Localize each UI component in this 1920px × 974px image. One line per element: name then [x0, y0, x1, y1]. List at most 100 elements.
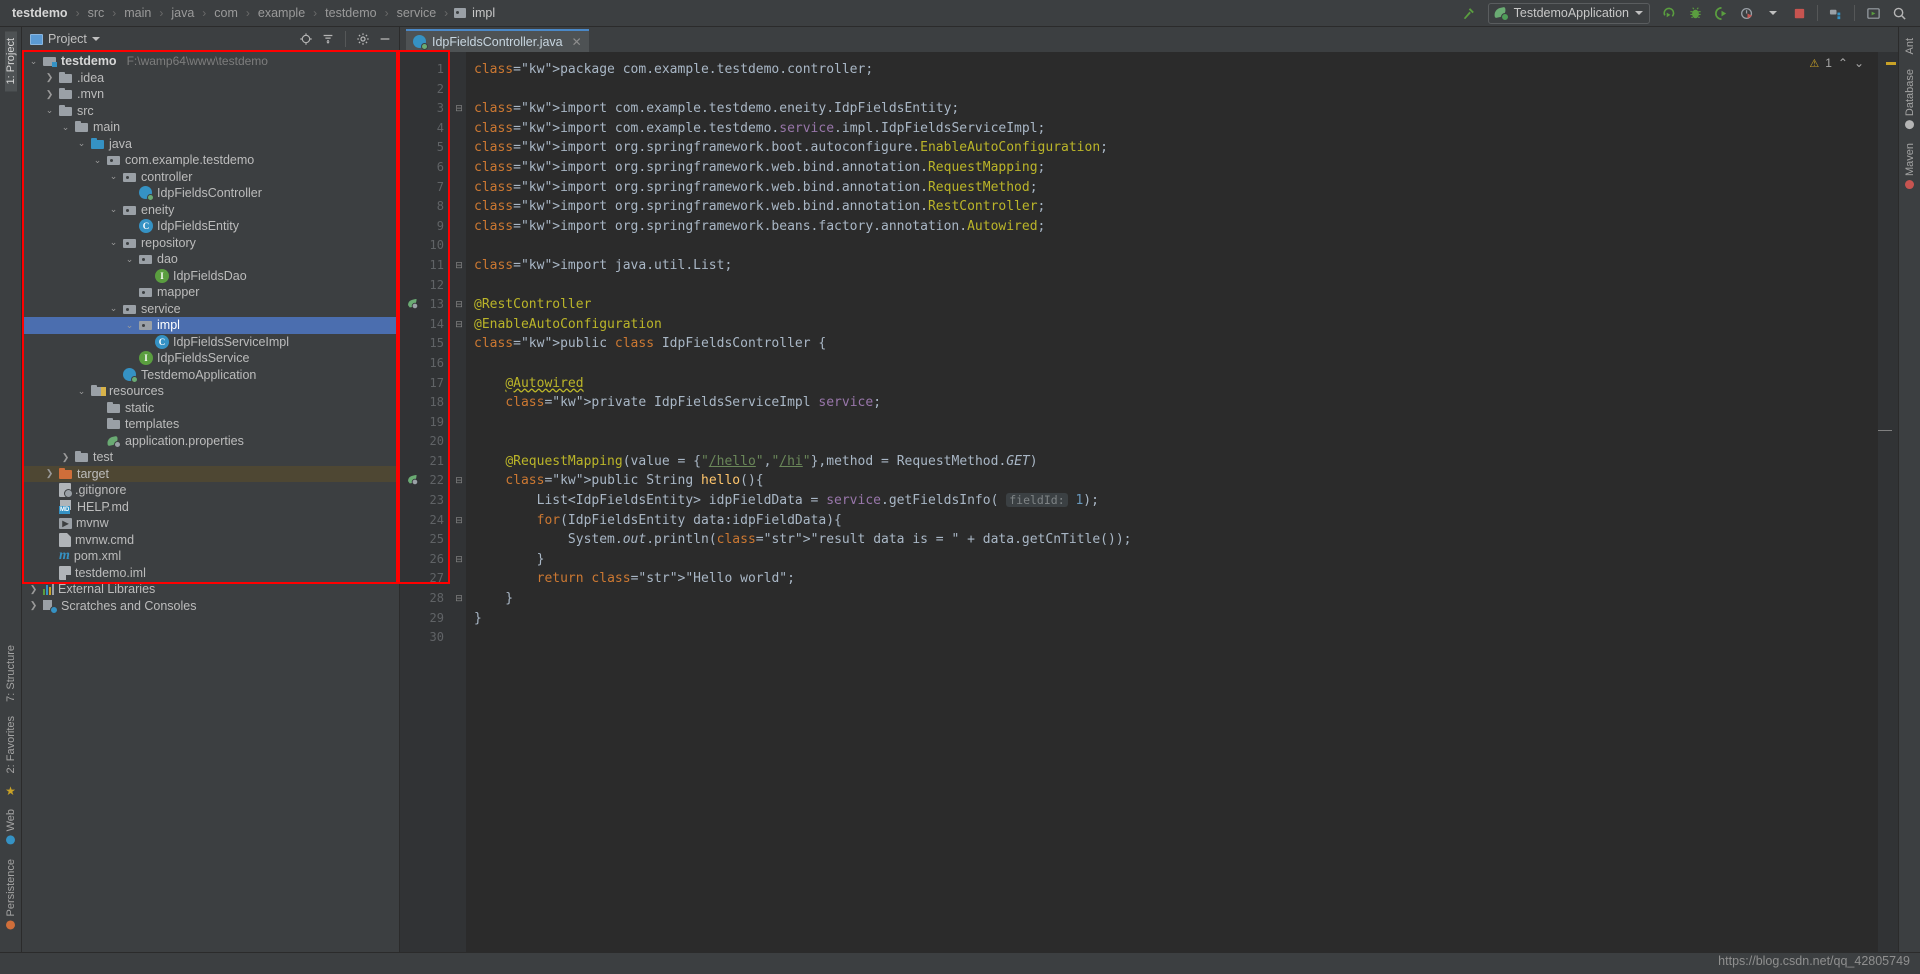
- fold-collapse-icon[interactable]: ⊟: [452, 511, 466, 531]
- chevron-down-icon[interactable]: ⌄: [108, 237, 119, 248]
- hammer-icon[interactable]: [1456, 1, 1482, 25]
- tree-node-test[interactable]: ❯ test: [22, 449, 399, 466]
- sidebar-item-maven[interactable]: Maven: [1904, 136, 1916, 196]
- fold-collapse-icon[interactable]: ⊟: [452, 295, 466, 315]
- breadcrumb-item-4[interactable]: com: [212, 6, 240, 20]
- fold-collapse-icon[interactable]: ⊟: [452, 256, 466, 276]
- sidebar-item-favorites[interactable]: 2: Favorites: [5, 709, 17, 780]
- code-line[interactable]: return class="str">"Hello world";: [474, 569, 1878, 589]
- debug-bug-icon[interactable]: [1682, 1, 1708, 25]
- breadcrumb-item-2[interactable]: main: [122, 6, 153, 20]
- chevron-down-icon[interactable]: ⌄: [1854, 56, 1864, 70]
- warning-stripe[interactable]: [1886, 62, 1896, 65]
- code-line[interactable]: }: [474, 550, 1878, 570]
- tree-node-resources[interactable]: ⌄ resources: [22, 383, 399, 400]
- code-line[interactable]: List<IdpFieldsEntity> idpFieldData = ser…: [474, 491, 1878, 511]
- tree-node-pom-xml[interactable]: m pom.xml: [22, 548, 399, 565]
- tree-node-gitignore[interactable]: .gitignore: [22, 482, 399, 499]
- stop-icon[interactable]: [1786, 1, 1812, 25]
- line-number[interactable]: 14: [400, 315, 452, 335]
- code-line[interactable]: class="kw">import org.springframework.we…: [474, 197, 1878, 217]
- chevron-right-icon[interactable]: ❯: [60, 452, 71, 463]
- code-line[interactable]: class="kw">import com.example.testdemo.e…: [474, 99, 1878, 119]
- sidebar-item-database[interactable]: Database: [1904, 62, 1916, 136]
- tree-node-src[interactable]: ⌄ src: [22, 103, 399, 120]
- code-content[interactable]: class="kw">package com.example.testdemo.…: [466, 52, 1878, 952]
- tree-node-external-libraries[interactable]: ❯ External Libraries: [22, 581, 399, 598]
- tree-node-idpfieldsserviceimpl[interactable]: C IdpFieldsServiceImpl: [22, 334, 399, 351]
- fold-collapse-icon[interactable]: ⊟: [452, 99, 466, 119]
- breadcrumb-item-7[interactable]: service: [395, 6, 439, 20]
- minimize-icon[interactable]: [375, 29, 395, 49]
- tree-node-main[interactable]: ⌄ main: [22, 119, 399, 136]
- line-number[interactable]: 27: [400, 569, 452, 589]
- line-number[interactable]: 17: [400, 374, 452, 394]
- tree-node-controller[interactable]: ⌄ controller: [22, 169, 399, 186]
- code-line[interactable]: [474, 628, 1878, 648]
- code-line[interactable]: class="kw">package com.example.testdemo.…: [474, 60, 1878, 80]
- code-line[interactable]: for(IdpFieldsEntity data:idpFieldData){: [474, 511, 1878, 531]
- line-number[interactable]: 25: [400, 530, 452, 550]
- tree-node-idea[interactable]: ❯ .idea: [22, 70, 399, 87]
- line-number[interactable]: 23: [400, 491, 452, 511]
- fold-gutter[interactable]: ⊟ ⊟ ⊟ ⊟ ⊟ ⊟ ⊟ ⊟: [452, 52, 466, 952]
- line-number[interactable]: 10: [400, 236, 452, 256]
- line-number[interactable]: 20: [400, 432, 452, 452]
- code-line[interactable]: @RestController: [474, 295, 1878, 315]
- tree-node-idpfieldsdao[interactable]: I IdpFieldsDao: [22, 268, 399, 285]
- breadcrumb-item-1[interactable]: src: [86, 6, 107, 20]
- run-configuration-selector[interactable]: TestdemoApplication: [1487, 2, 1650, 24]
- line-number[interactable]: 28: [400, 589, 452, 609]
- tree-node-com-example-testdemo[interactable]: ⌄ com.example.testdemo: [22, 152, 399, 169]
- run-icon[interactable]: [1656, 1, 1682, 25]
- tree-node-application-properties[interactable]: application.properties: [22, 433, 399, 450]
- profiler-icon[interactable]: [1734, 1, 1760, 25]
- code-line[interactable]: class="kw">import java.util.List;: [474, 256, 1878, 276]
- line-number[interactable]: 30: [400, 628, 452, 648]
- profiler-dropdown-icon[interactable]: [1760, 1, 1786, 25]
- tree-node-testdemo[interactable]: ⌄ testdemo F:\wamp64\www\testdemo: [22, 53, 399, 70]
- tree-node-scratches-and-consoles[interactable]: ❯ Scratches and Consoles: [22, 598, 399, 615]
- code-line[interactable]: @EnableAutoConfiguration: [474, 315, 1878, 335]
- tree-node-dao[interactable]: ⌄ dao: [22, 251, 399, 268]
- tree-node-target[interactable]: ❯ target: [22, 465, 399, 482]
- tree-node-testdemoapplication[interactable]: TestdemoApplication: [22, 367, 399, 384]
- code-line[interactable]: class="kw">import org.springframework.bo…: [474, 138, 1878, 158]
- sidebar-item-web[interactable]: Web: [5, 802, 17, 851]
- tree-node-help-md[interactable]: MD HELP.md: [22, 499, 399, 516]
- breadcrumb-item-5[interactable]: example: [256, 6, 307, 20]
- code-line[interactable]: [474, 432, 1878, 452]
- tree-node-java[interactable]: ⌄ java: [22, 136, 399, 153]
- fold-collapse-icon[interactable]: ⊟: [452, 550, 466, 570]
- code-line[interactable]: @Autowired: [474, 374, 1878, 394]
- sidebar-item-persistence[interactable]: Persistence: [5, 852, 17, 936]
- line-number[interactable]: 21: [400, 452, 452, 472]
- code-line[interactable]: System.out.println(class="str">"result d…: [474, 530, 1878, 550]
- tree-node-mvn[interactable]: ❯ .mvn: [22, 86, 399, 103]
- tree-node-service[interactable]: ⌄ service: [22, 301, 399, 318]
- code-line[interactable]: [474, 354, 1878, 374]
- locate-icon[interactable]: [296, 29, 316, 49]
- line-number[interactable]: 24: [400, 511, 452, 531]
- error-stripe-marker[interactable]: [1878, 52, 1898, 952]
- breadcrumb-item-8[interactable]: impl: [470, 6, 497, 20]
- tab-idpfieldscontroller[interactable]: IdpFieldsController.java ✕: [406, 29, 589, 52]
- chevron-down-icon[interactable]: ⌄: [28, 56, 39, 67]
- line-number[interactable]: 15: [400, 334, 452, 354]
- line-number[interactable]: 6: [400, 158, 452, 178]
- search-everywhere-icon[interactable]: [1886, 1, 1912, 25]
- code-line[interactable]: [474, 276, 1878, 296]
- line-number[interactable]: 3: [400, 99, 452, 119]
- breadcrumb-item-6[interactable]: testdemo: [323, 6, 378, 20]
- line-number[interactable]: 1: [400, 60, 452, 80]
- collapse-all-icon[interactable]: [318, 29, 338, 49]
- chevron-down-icon[interactable]: ⌄: [124, 320, 135, 331]
- line-number[interactable]: 4: [400, 119, 452, 139]
- line-number[interactable]: 13: [400, 295, 452, 315]
- chevron-down-icon[interactable]: ⌄: [108, 171, 119, 182]
- chevron-down-icon[interactable]: ⌄: [108, 303, 119, 314]
- code-line[interactable]: class="kw">import org.springframework.be…: [474, 217, 1878, 237]
- line-number[interactable]: 29: [400, 609, 452, 629]
- run-anything-icon[interactable]: [1860, 1, 1886, 25]
- project-view-selector[interactable]: Project: [30, 32, 100, 46]
